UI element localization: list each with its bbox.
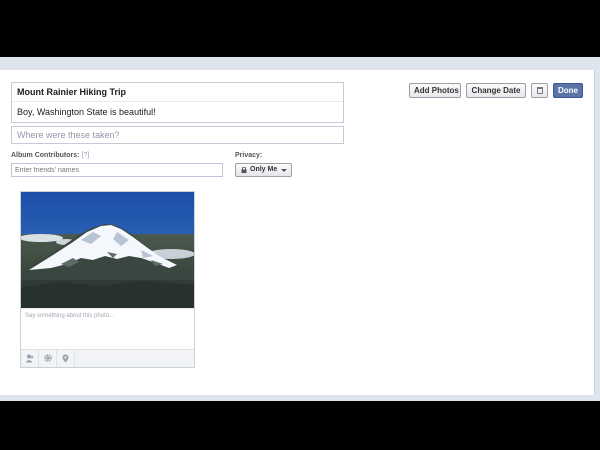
contributors-help-link[interactable]: [?] [81,152,89,159]
letterbox-bottom [0,401,600,450]
letterbox-top [0,0,600,57]
location-input[interactable] [11,126,344,144]
photo-options-button[interactable] [39,350,57,367]
location-pin-icon [62,354,69,363]
done-button[interactable]: Done [553,83,583,98]
app-frame: Mount Rainier Hiking Trip Boy, Washingto… [0,57,600,401]
mountain-image [21,192,194,308]
contributors-label: Album Contributors: [?] [11,152,89,159]
privacy-label: Privacy: [235,152,263,159]
tag-person-button[interactable] [21,350,39,367]
add-photos-button[interactable]: Add Photos [409,83,461,98]
contributors-label-text: Album Contributors: [11,152,80,159]
photo-toolbar [21,349,194,367]
photo-card [20,191,195,368]
album-title-field[interactable]: Mount Rainier Hiking Trip [12,83,343,102]
add-location-button[interactable] [57,350,75,367]
album-editor-panel: Mount Rainier Hiking Trip Boy, Washingto… [0,70,595,395]
trash-icon [536,87,543,94]
delete-album-button[interactable] [531,83,548,98]
album-description-field[interactable]: Boy, Washington State is beautiful! [12,102,343,122]
privacy-selector[interactable]: Only Me [235,163,292,177]
snow-capped-mountain-photo[interactable] [21,192,194,308]
change-date-button[interactable]: Change Date [466,83,526,98]
contributors-input[interactable] [11,163,223,177]
chevron-down-icon [281,169,287,172]
tag-person-icon [26,354,34,363]
photo-caption-input[interactable] [21,308,194,348]
privacy-value: Only Me [250,166,278,173]
album-info-box: Mount Rainier Hiking Trip Boy, Washingto… [11,82,344,123]
lock-icon [241,167,247,173]
gear-icon [44,354,52,362]
